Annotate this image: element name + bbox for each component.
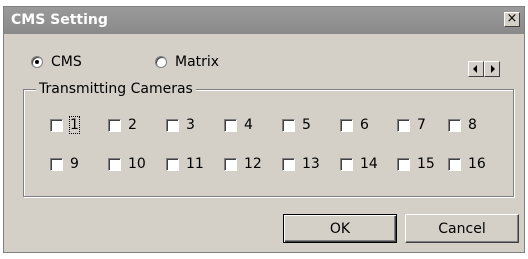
window-title: CMS Setting	[11, 12, 108, 28]
camera-checkbox-6[interactable]: 6	[340, 117, 369, 133]
cancel-button[interactable]: Cancel	[405, 214, 519, 243]
arrow-left-icon[interactable]	[468, 61, 484, 77]
radio-cms[interactable]: CMS	[31, 54, 82, 70]
radio-matrix-label: Matrix	[175, 54, 220, 70]
camera-checkbox-15[interactable]: 15	[397, 156, 435, 172]
camera-checkbox-9[interactable]: 9	[50, 156, 79, 172]
camera-checkbox-7[interactable]: 7	[397, 117, 426, 133]
camera-checkbox-14[interactable]: 14	[340, 156, 378, 172]
camera-checkbox-12[interactable]: 12	[224, 156, 262, 172]
camera-checkbox-13[interactable]: 13	[282, 156, 320, 172]
transmitting-cameras-group	[23, 89, 514, 197]
arrow-right-icon[interactable]	[484, 61, 500, 77]
radio-matrix[interactable]: Matrix	[155, 54, 219, 70]
close-icon[interactable]: ×	[504, 12, 520, 27]
title-bar[interactable]: CMS Setting ×	[4, 7, 524, 34]
radio-cms-label: CMS	[51, 54, 82, 70]
group-label: Transmitting Cameras	[36, 81, 196, 97]
camera-checkbox-5[interactable]: 5	[282, 117, 311, 133]
camera-checkbox-11[interactable]: 11	[166, 156, 204, 172]
camera-checkbox-2[interactable]: 2	[108, 117, 137, 133]
camera-checkbox-1[interactable]: 1	[50, 116, 80, 134]
ok-button[interactable]: OK	[283, 214, 397, 243]
page-arrows	[468, 61, 500, 77]
camera-checkbox-3[interactable]: 3	[166, 117, 195, 133]
camera-checkbox-10[interactable]: 10	[108, 156, 146, 172]
radio-button-icon[interactable]	[155, 56, 167, 68]
camera-checkbox-8[interactable]: 8	[448, 117, 477, 133]
radio-button-icon[interactable]	[31, 56, 43, 68]
camera-checkbox-16[interactable]: 16	[448, 156, 486, 172]
camera-checkbox-4[interactable]: 4	[224, 117, 253, 133]
